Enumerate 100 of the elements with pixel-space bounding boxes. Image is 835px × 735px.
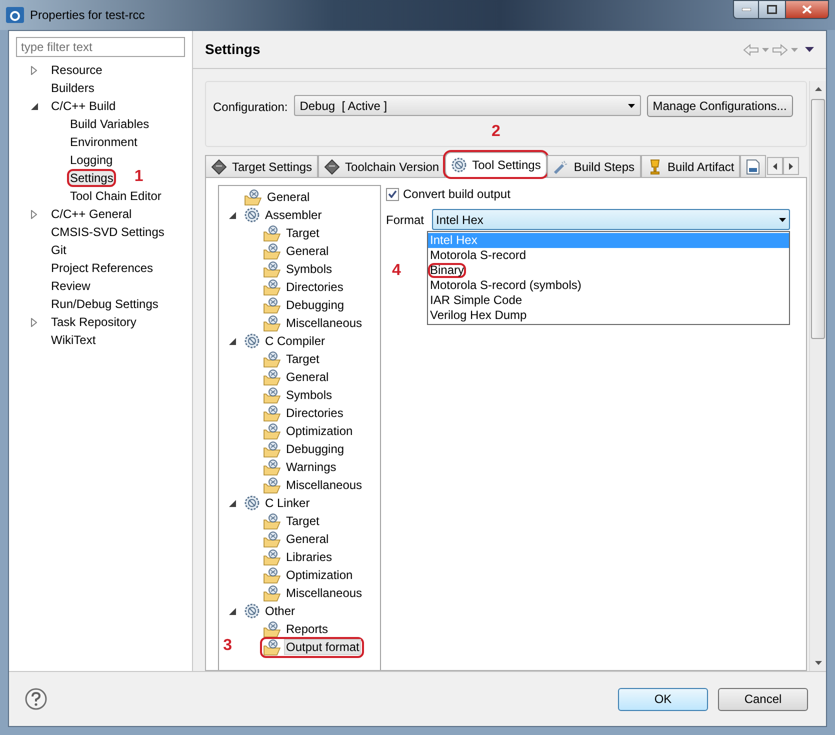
tree-item[interactable]: Debugging [260, 294, 350, 316]
tree-item[interactable]: Miscellaneous [260, 474, 368, 496]
dropdown-option[interactable]: Motorola S-record (symbols) [428, 278, 584, 293]
gear-icon [244, 333, 260, 349]
tree-item[interactable]: Optimization [260, 564, 358, 586]
callout-number: 2 [492, 124, 500, 140]
maximize-icon [767, 5, 777, 14]
tree-item[interactable]: General [260, 528, 334, 550]
tree-item[interactable]: Reports [260, 618, 334, 640]
dialog-button[interactable]: Cancel [718, 688, 808, 710]
collapse-arrow-icon[interactable] [229, 212, 236, 218]
diamond-icon [211, 158, 227, 174]
collapse-arrow-icon[interactable] [229, 338, 236, 344]
dialog-button[interactable]: OK [618, 688, 708, 710]
minimize-button[interactable] [733, 0, 759, 19]
tree-item[interactable]: Review [48, 277, 94, 295]
tree-item[interactable]: Target [260, 348, 324, 370]
tree-item[interactable]: Output format [260, 636, 364, 658]
gear-icon [244, 207, 260, 223]
tree-item[interactable]: Git [48, 241, 70, 259]
collapse-arrow-icon[interactable] [229, 500, 236, 506]
tab[interactable] [740, 155, 766, 177]
tree-item[interactable]: Environment [67, 133, 140, 151]
close-button[interactable] [785, 0, 829, 19]
manage-configurations-button[interactable]: Manage Configurations... [646, 95, 793, 117]
dropdown-option[interactable]: Verilog Hex Dump [428, 308, 529, 323]
expand-arrow-icon[interactable] [31, 318, 37, 326]
tree-item[interactable]: Symbols [260, 384, 338, 406]
collapse-arrow-icon[interactable] [31, 102, 38, 110]
vertical-scrollbar[interactable] [809, 81, 826, 671]
tree-item[interactable]: WikiText [48, 331, 99, 349]
tree-item[interactable]: Tool Chain Editor [67, 187, 164, 205]
format-label: Format [386, 212, 424, 228]
tab[interactable]: Toolchain Version [318, 155, 446, 177]
help-icon[interactable] [25, 688, 47, 710]
convert-checkbox[interactable] [386, 188, 399, 200]
tree-item[interactable]: Project References [48, 259, 156, 277]
tree-item[interactable]: Run/Debug Settings [48, 295, 162, 313]
folder-gear-icon [263, 440, 281, 458]
folder-gear-icon [263, 620, 281, 638]
tree-item[interactable]: Logging [67, 151, 116, 169]
folder-gear-icon [263, 314, 281, 332]
folder-gear-icon [263, 422, 281, 440]
expand-arrow-icon[interactable] [31, 66, 37, 74]
tree-item[interactable]: Libraries [260, 546, 338, 568]
tree-item[interactable]: Target [260, 222, 324, 244]
tree-item[interactable]: C Linker [241, 493, 315, 513]
tree-item[interactable]: General [241, 186, 315, 208]
tab[interactable]: Target Settings [205, 155, 318, 177]
tree-item[interactable]: C Compiler [241, 331, 330, 351]
configuration-dropdown[interactable]: Debug [ Active ] [294, 95, 641, 116]
tree-item[interactable]: Warnings [260, 456, 342, 478]
scroll-left-button[interactable] [767, 157, 784, 175]
tree-item[interactable]: Resource [48, 61, 106, 79]
tab[interactable]: Tool Settings [445, 152, 547, 177]
format-dropdown[interactable]: Intel Hex [432, 209, 790, 230]
tree-item[interactable]: CMSIS-SVD Settings [48, 223, 168, 241]
tree-item[interactable]: Optimization [260, 420, 358, 442]
tree-item[interactable]: Assembler [241, 205, 327, 225]
tree-item[interactable]: C/C++ Build [48, 97, 119, 115]
tree-item[interactable]: Debugging [260, 438, 350, 460]
callout-number: 3 [223, 638, 232, 654]
tree-item[interactable]: Other [241, 601, 300, 621]
right-arrow-icon [789, 162, 794, 170]
folder-gear-icon [263, 458, 281, 476]
tree-item[interactable]: Task Repository [48, 313, 140, 331]
tab[interactable]: Build Artifact [640, 155, 740, 177]
tree-item[interactable]: Miscellaneous [260, 582, 368, 604]
document-icon [746, 158, 760, 174]
dropdown-option[interactable]: Binary [428, 263, 466, 278]
scrollbar-thumb[interactable] [811, 99, 825, 339]
tree-item[interactable]: Miscellaneous [260, 312, 368, 334]
tree-item[interactable]: Directories [260, 402, 348, 424]
tree-item[interactable]: Directories [260, 276, 348, 298]
scroll-right-button[interactable] [783, 157, 800, 175]
tree-item[interactable]: Build Variables [67, 115, 152, 133]
tree-item[interactable]: General [260, 366, 334, 388]
gear-icon [451, 157, 468, 173]
tree-item[interactable]: Settings [67, 169, 116, 187]
tree-item[interactable]: General [260, 240, 334, 262]
app-logo-icon [6, 7, 24, 23]
up-arrow-icon [814, 87, 822, 91]
folder-gear-icon [263, 278, 281, 296]
view-menu-icon[interactable] [805, 47, 814, 52]
folder-gear-icon [263, 530, 281, 548]
tab[interactable]: Build Steps [546, 155, 641, 177]
tree-item[interactable]: Builders [48, 79, 98, 97]
tree-item[interactable]: Symbols [260, 258, 338, 280]
convert-label: Convert build output [403, 186, 510, 203]
folder-gear-icon [263, 224, 281, 242]
expand-arrow-icon[interactable] [31, 210, 37, 218]
tree-item[interactable]: C/C++ General [48, 205, 135, 223]
tree-item[interactable]: Target [260, 510, 324, 532]
filter-field[interactable]: type filter text [16, 37, 185, 57]
dropdown-option[interactable]: IAR Simple Code [428, 293, 524, 308]
maximize-button[interactable] [759, 0, 785, 19]
dropdown-option[interactable]: Motorola S-record [428, 248, 528, 263]
collapse-arrow-icon[interactable] [229, 608, 236, 614]
left-arrow-icon [773, 162, 778, 170]
page-title: Settings [205, 40, 260, 59]
